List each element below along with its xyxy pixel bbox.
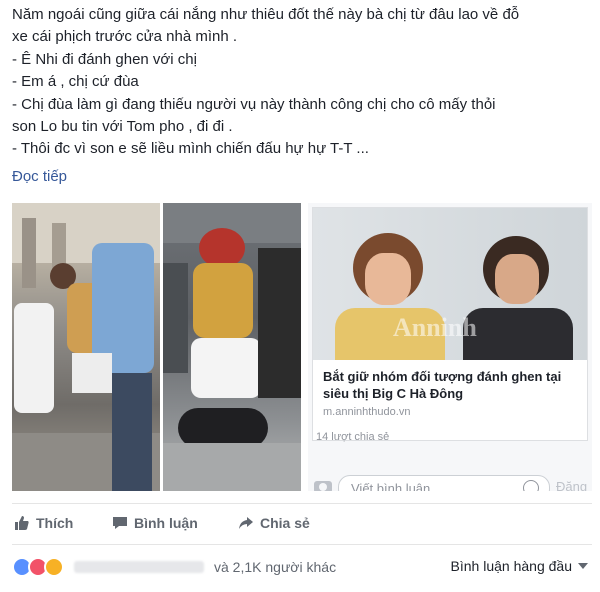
comment-icon [113, 517, 127, 529]
post-photo-1[interactable] [12, 203, 160, 491]
link-preview-card[interactable]: Anninh Bắt giữ nhóm đối tượng đánh ghen … [308, 203, 592, 491]
card-comment-row: Viết bình luận... Đăng [312, 473, 587, 491]
camera-icon[interactable] [314, 481, 332, 491]
post-line: - Em á , chị cứ đùa [12, 73, 139, 91]
blurred-names [74, 561, 204, 573]
link-title[interactable]: Bắt giữ nhóm đối tượng đánh ghen tại siê… [323, 368, 578, 402]
post-photo-2[interactable] [163, 203, 301, 491]
comment-input[interactable]: Viết bình luận... [338, 475, 550, 491]
link-domain: m.anninhthudo.vn [323, 406, 411, 418]
post-action-bar: Thích Bình luận Chia sẻ [12, 503, 592, 545]
emoji-icon[interactable] [523, 480, 539, 491]
reactions-summary[interactable]: và 2,1K người khác [12, 556, 336, 578]
watermark-text: Anninh [393, 313, 477, 342]
post-line: - Thôi đc vì son e sẽ liều mình chiến đấ… [12, 140, 369, 158]
comment-label: Bình luận [134, 515, 198, 531]
post-line: son Lo bu tin với Tom pho , đi đi . [12, 118, 233, 136]
post-line: Năm ngoái cũng giữa cái nắng như thiêu đ… [12, 6, 520, 23]
comment-placeholder: Viết bình luận... [351, 481, 442, 491]
share-arrow-icon [239, 517, 253, 529]
share-label: Chia sẻ [260, 515, 310, 531]
link-preview[interactable]: Anninh Bắt giữ nhóm đối tượng đánh ghen … [312, 207, 588, 441]
link-preview-image[interactable]: Anninh [313, 208, 587, 360]
wow-icon [44, 557, 64, 577]
share-count[interactable]: 14 lượt chia sẻ [316, 431, 389, 443]
thumbs-up-icon [15, 516, 29, 530]
sort-label: Bình luận hàng đầu [450, 558, 572, 574]
reaction-count-text[interactable]: và 2,1K người khác [214, 559, 336, 575]
post-comment-button[interactable]: Đăng [556, 479, 587, 491]
like-label: Thích [36, 515, 74, 531]
chevron-down-icon [578, 563, 588, 569]
like-button[interactable]: Thích [14, 515, 73, 531]
post-line: xe cái phịch trước cửa nhà mình . [12, 28, 238, 46]
post-text: Năm ngoái cũng giữa cái nắng như thiêu đ… [12, 4, 592, 161]
comment-sort-dropdown[interactable]: Bình luận hàng đầu [451, 558, 588, 574]
post-line: - Chị đùa làm gì đang thiếu người vụ này… [12, 95, 496, 113]
post-line: - Ê Nhi đi đánh ghen với chị [12, 50, 197, 68]
comment-button[interactable]: Bình luận [112, 515, 198, 531]
share-button[interactable]: Chia sẻ [238, 515, 310, 531]
read-more-link[interactable]: Đọc tiếp [12, 168, 67, 185]
